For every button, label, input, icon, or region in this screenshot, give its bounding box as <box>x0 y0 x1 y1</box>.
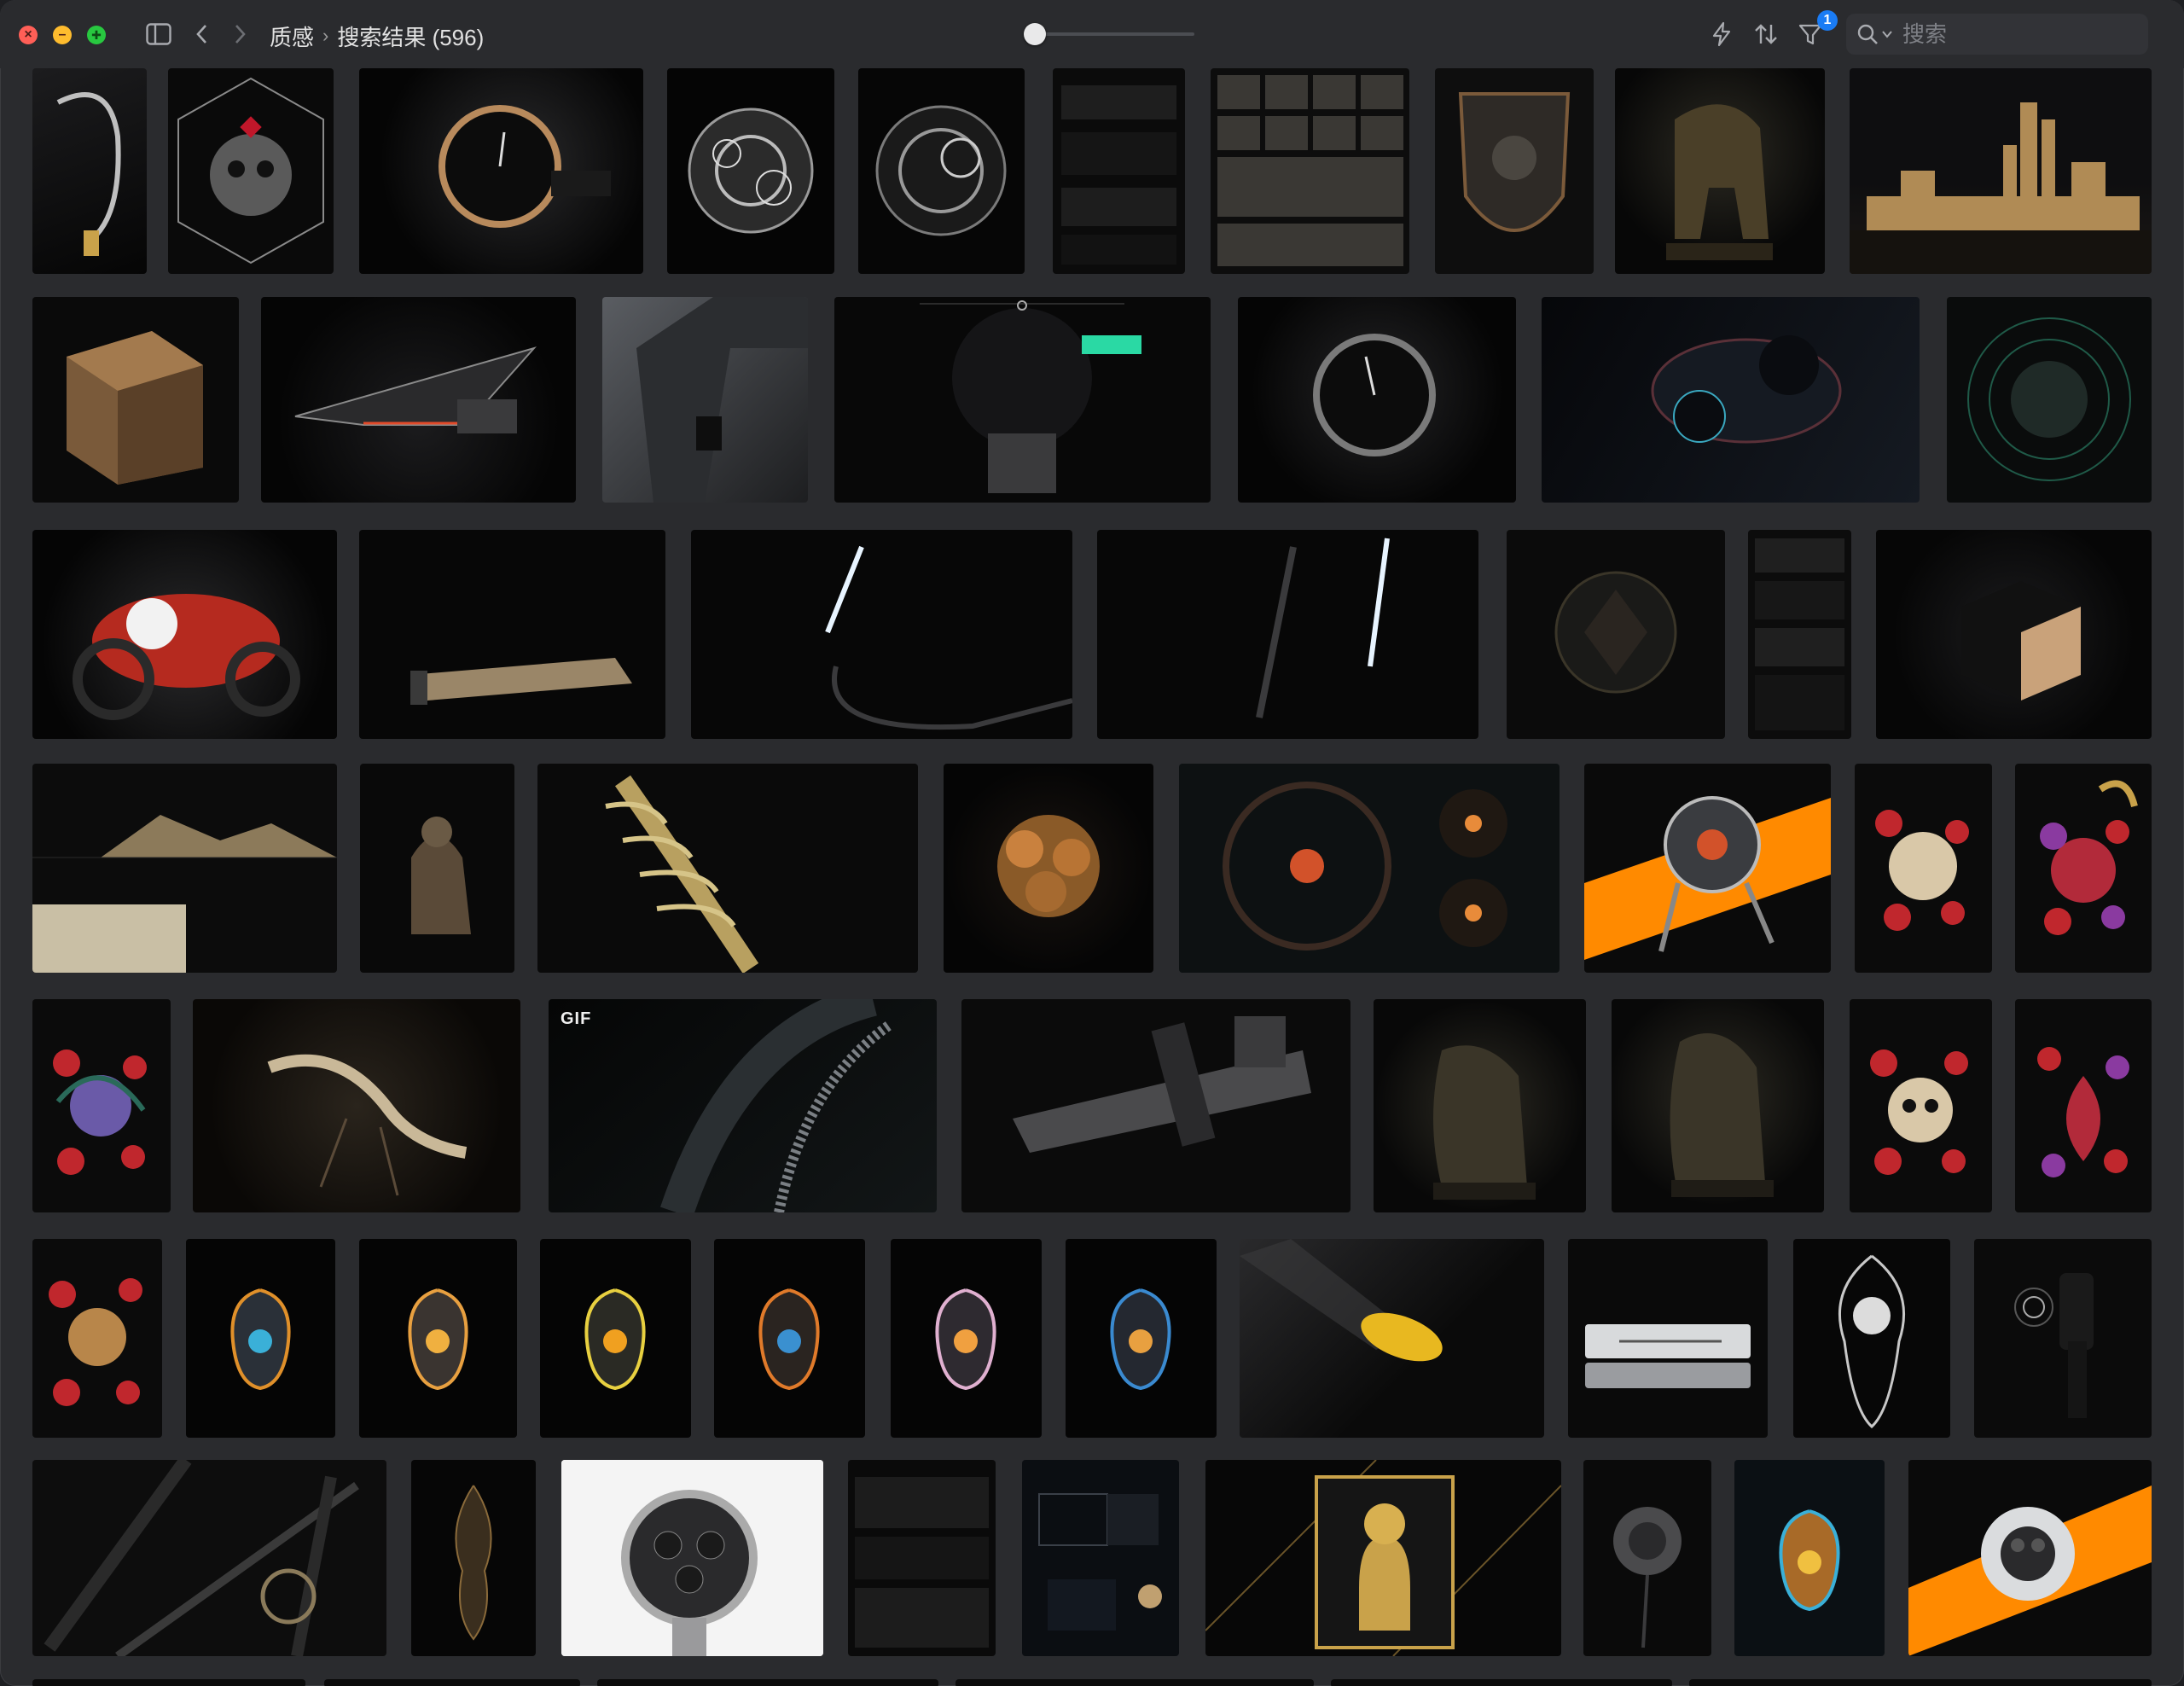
thumbnail[interactable] <box>1507 530 1725 739</box>
thumbnail[interactable] <box>32 530 337 739</box>
close-icon[interactable]: × <box>19 26 38 44</box>
toolbar: × – ✚ 质感 › 搜索结果 (596) 1 <box>0 0 2184 68</box>
thumbnail[interactable] <box>848 1460 996 1656</box>
thumbnail[interactable] <box>261 297 576 503</box>
thumbnail[interactable] <box>891 1239 1042 1438</box>
thumbnail[interactable] <box>359 1239 517 1438</box>
thumbnail[interactable] <box>1240 1239 1544 1438</box>
thumbnail[interactable] <box>411 1460 536 1656</box>
thumbnail[interactable] <box>602 297 808 503</box>
chevron-right-icon[interactable] <box>227 19 253 49</box>
thumbnail[interactable] <box>193 999 520 1212</box>
thumbnail[interactable] <box>1974 1239 2152 1438</box>
thumbnail[interactable] <box>1583 1460 1711 1656</box>
thumbnail[interactable] <box>32 297 239 503</box>
gif-badge: GIF <box>561 1009 592 1028</box>
thumbnail[interactable] <box>1568 1239 1768 1438</box>
thumbnail[interactable] <box>1615 68 1825 274</box>
thumbnail[interactable] <box>1584 764 1831 973</box>
thumbnail[interactable] <box>1097 530 1478 739</box>
thumbnail[interactable] <box>359 68 643 274</box>
thumbnail[interactable] <box>1855 764 1992 973</box>
zoom-slider[interactable] <box>1024 23 1194 45</box>
thumbnail[interactable] <box>1689 1679 2152 1686</box>
thumbnail[interactable] <box>1793 1239 1950 1438</box>
zoom-slider-knob[interactable] <box>1024 23 1046 45</box>
thumbnail[interactable] <box>1908 1460 2152 1656</box>
search-field[interactable] <box>1846 14 2148 55</box>
breadcrumb-current: 搜索结果 (596) <box>337 24 485 50</box>
thumbnail[interactable] <box>944 764 1153 973</box>
thumbnail[interactable] <box>1211 68 1409 274</box>
thumbnail[interactable] <box>858 68 1025 274</box>
thumbnail[interactable] <box>168 68 334 274</box>
thumbnail[interactable] <box>32 1239 162 1438</box>
thumbnail[interactable] <box>540 1239 691 1438</box>
breadcrumb: 质感 › 搜索结果 (596) <box>270 20 484 51</box>
thumbnail[interactable] <box>1066 1239 1217 1438</box>
thumbnail[interactable] <box>1850 68 2152 274</box>
thumbnail[interactable] <box>1205 1460 1561 1656</box>
thumbnail[interactable] <box>691 530 1072 739</box>
thumbnail[interactable] <box>32 764 337 973</box>
thumbnail[interactable] <box>714 1239 865 1438</box>
thumbnail[interactable] <box>32 999 171 1212</box>
thumbnail[interactable] <box>1748 530 1851 739</box>
breadcrumb-separator: › <box>322 25 329 46</box>
thumbnail[interactable] <box>834 297 1211 503</box>
app-window: × – ✚ 质感 › 搜索结果 (596) 1 搜索 GIF <box>0 0 2184 1686</box>
thumbnail[interactable] <box>1022 1460 1179 1656</box>
thumbnail-grid[interactable]: GIF <box>0 68 2184 1686</box>
search-icon <box>1856 23 1879 45</box>
maximize-icon[interactable]: ✚ <box>87 26 106 44</box>
thumbnail[interactable] <box>1542 297 1920 503</box>
thumbnail[interactable] <box>667 68 834 274</box>
minimize-icon[interactable]: – <box>53 26 72 44</box>
breadcrumb-root[interactable]: 质感 <box>270 20 314 52</box>
thumbnail[interactable] <box>186 1239 335 1438</box>
thumbnail[interactable] <box>2015 764 2152 973</box>
thumbnail[interactable] <box>597 1679 938 1686</box>
thumbnail[interactable] <box>537 764 918 973</box>
thumbnail[interactable] <box>360 764 514 973</box>
thumbnail[interactable] <box>324 1679 580 1686</box>
thumbnail[interactable] <box>1331 1679 1672 1686</box>
thumbnail[interactable] <box>1238 297 1516 503</box>
thumbnail[interactable] <box>1053 68 1185 274</box>
thumbnail[interactable] <box>1179 764 1560 973</box>
chevron-down-icon[interactable] <box>1882 30 1892 38</box>
thumbnail[interactable]: GIF <box>549 999 937 1212</box>
search-input[interactable] <box>1901 20 2117 49</box>
bolt-icon[interactable] <box>1706 19 1737 49</box>
thumbnail[interactable] <box>961 999 1350 1212</box>
thumbnail[interactable] <box>1435 68 1594 274</box>
filter-count-badge: 1 <box>1817 10 1838 31</box>
thumbnail[interactable] <box>956 1679 1314 1686</box>
thumbnail[interactable] <box>32 1679 305 1686</box>
chevron-left-icon[interactable] <box>189 19 215 49</box>
thumbnail[interactable] <box>32 1460 386 1656</box>
thumbnail[interactable] <box>2015 999 2152 1212</box>
thumbnail[interactable] <box>1876 530 2152 739</box>
thumbnail[interactable] <box>1947 297 2152 503</box>
thumbnail[interactable] <box>561 1460 823 1656</box>
thumbnail[interactable] <box>359 530 665 739</box>
thumbnail[interactable] <box>32 68 147 274</box>
thumbnail[interactable] <box>1612 999 1824 1212</box>
thumbnail[interactable] <box>1850 999 1992 1212</box>
sidebar-toggle-icon[interactable] <box>142 19 176 49</box>
thumbnail[interactable] <box>1374 999 1586 1212</box>
thumbnail[interactable] <box>1734 1460 1885 1656</box>
sort-icon[interactable] <box>1751 19 1781 49</box>
